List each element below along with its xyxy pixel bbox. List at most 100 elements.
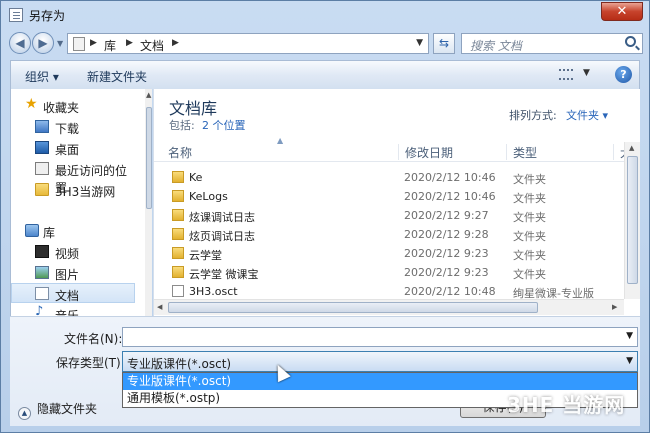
hide-folders-label: 隐藏文件夹 (37, 402, 98, 416)
file-date: 2020/2/12 9:23 (404, 266, 489, 279)
save-as-dialog: 另存为 ✕ ◀ ▶ ▼ ▶ 库 ▶ 文档 ▶ ▼ ⇆ 搜索 文档 组织 ▾ 新建… (0, 0, 650, 433)
nav-item-documents[interactable]: 文档 (11, 283, 135, 303)
breadcrumb-library[interactable]: 库 (104, 37, 116, 54)
scroll-up-icon[interactable]: ▲ (146, 91, 151, 99)
file-row[interactable]: KeLogs 2020/2/12 10:46 文件夹 (168, 187, 624, 206)
file-type: 文件夹 (513, 268, 546, 281)
back-button[interactable]: ◀ (9, 32, 31, 54)
breadcrumb-separator-icon[interactable]: ▶ (126, 38, 133, 48)
filetype-select[interactable]: 专业版课件(*.osct) ▼ (122, 351, 638, 372)
scroll-left-icon[interactable]: ◀ (157, 303, 162, 311)
vertical-scrollbar[interactable]: ▲ (624, 142, 640, 299)
file-name: 云学堂 (189, 249, 222, 262)
nav-label: 桌面 (55, 143, 80, 157)
arrange-by-dropdown[interactable]: 文件夹 ▾ (566, 107, 608, 123)
change-view-icon[interactable] (559, 69, 573, 80)
nav-item-libraries[interactable]: 库 (11, 221, 135, 241)
arrange-by-label: 排列方式: (509, 109, 557, 122)
filetype-option-osct[interactable]: 专业版课件(*.osct) (123, 373, 637, 390)
file-row[interactable]: 云学堂 2020/2/12 9:23 文件夹 (168, 244, 624, 263)
file-date: 2020/2/12 9:28 (404, 228, 489, 241)
nav-label: 库 (43, 226, 56, 240)
nav-item-favorites[interactable]: ★ 收藏夹 (11, 96, 135, 116)
file-row[interactable]: 炫页调试日志 2020/2/12 9:28 文件夹 (168, 225, 624, 244)
chevron-down-icon[interactable]: ▼ (626, 331, 633, 341)
filename-label: 文件名(N): (64, 332, 123, 346)
file-date: 2020/2/12 10:46 (404, 171, 496, 184)
forward-button[interactable]: ▶ (32, 32, 54, 54)
nav-item-pictures[interactable]: 图片 (11, 263, 135, 283)
nav-item-downloads[interactable]: 下载 (11, 117, 135, 137)
new-folder-button[interactable]: 新建文件夹 (87, 68, 147, 85)
file-row[interactable]: 炫课调试日志 2020/2/12 9:27 文件夹 (168, 206, 624, 225)
nav-scrollbar[interactable]: ▲ (145, 89, 152, 316)
organize-button[interactable]: 组织 ▾ (25, 68, 59, 85)
file-row[interactable]: Ke 2020/2/12 10:46 文件夹 (168, 168, 624, 187)
file-name: 炫课调试日志 (189, 211, 255, 224)
view-dropdown-icon[interactable]: ▼ (583, 68, 590, 78)
file-row[interactable]: 云学堂 微课宝 2020/2/12 9:23 文件夹 (168, 263, 624, 282)
nav-item-desktop[interactable]: 桌面 (11, 138, 135, 158)
library-icon (25, 224, 39, 237)
file-name: 3H3.osct (189, 285, 238, 298)
search-placeholder: 搜索 文档 (470, 39, 522, 53)
breadcrumb-separator-icon[interactable]: ▶ (172, 38, 179, 48)
desktop-icon (35, 141, 49, 154)
navigation-pane: ★ 收藏夹 下载 桌面 最近访问的位置 3H3当游网 库 视频 图片 文档 ♪ … (10, 89, 152, 316)
search-input[interactable]: 搜索 文档 (461, 33, 643, 54)
file-name: KeLogs (189, 190, 228, 203)
folder-icon (172, 190, 184, 202)
nav-item-videos[interactable]: 视频 (11, 242, 135, 262)
file-name: 炫页调试日志 (189, 230, 255, 243)
search-icon[interactable] (625, 36, 636, 47)
address-bar[interactable]: ▶ 库 ▶ 文档 ▶ ▼ (67, 33, 429, 54)
command-bar: 组织 ▾ 新建文件夹 ▼ ? (10, 60, 640, 89)
recent-pages-dropdown[interactable]: ▼ (57, 39, 63, 48)
nav-label: 文档 (55, 289, 80, 303)
includes-label: 包括: (169, 119, 195, 132)
breadcrumb-separator-icon[interactable]: ▶ (90, 38, 97, 48)
horizontal-scroll-thumb[interactable] (168, 302, 538, 313)
folder-icon (172, 247, 184, 259)
star-icon: ★ (25, 96, 38, 112)
window-title: 另存为 (29, 9, 66, 23)
chevron-down-icon[interactable]: ▼ (626, 356, 633, 366)
nav-scroll-thumb[interactable] (146, 107, 152, 209)
help-icon[interactable]: ? (615, 66, 632, 83)
address-dropdown-icon[interactable]: ▼ (416, 38, 423, 48)
file-type: 文件夹 (513, 249, 546, 262)
nav-item-music[interactable]: ♪ 音乐 (11, 304, 135, 316)
pictures-icon (35, 266, 49, 279)
horizontal-scrollbar[interactable]: ◀ ▶ (154, 299, 624, 315)
includes-locations-link[interactable]: 2 个位置 (202, 117, 246, 133)
close-button[interactable]: ✕ (601, 2, 643, 21)
nav-label: 音乐 (55, 309, 80, 316)
library-title: 文档库 (169, 99, 218, 118)
column-name[interactable]: 名称 (162, 144, 192, 160)
file-date: 2020/2/12 10:48 (404, 285, 496, 298)
column-type[interactable]: 类型 (506, 144, 537, 160)
breadcrumb-documents[interactable]: 文档 (140, 37, 164, 54)
nav-item-recent-places[interactable]: 最近访问的位置 (11, 159, 135, 195)
nav-item-3h3[interactable]: 3H3当游网 (11, 180, 135, 200)
scroll-up-icon[interactable]: ▲ (629, 144, 634, 152)
scroll-right-icon[interactable]: ▶ (612, 303, 617, 311)
filetype-label: 保存类型(T): (56, 356, 125, 370)
folder-icon (172, 171, 184, 183)
column-date-modified[interactable]: 修改日期 (398, 144, 453, 160)
file-list-pane: 文档库 包括: 2 个位置 排列方式: 文件夹 ▾ ▲ 名称 修改日期 类型 大… (153, 89, 640, 316)
hide-folders-button[interactable]: ▲ 隐藏文件夹 (18, 400, 97, 420)
file-type: 文件夹 (513, 173, 546, 186)
nav-label: 收藏夹 (43, 101, 80, 115)
file-date: 2020/2/12 10:46 (404, 190, 496, 203)
refresh-button[interactable]: ⇆ (433, 33, 455, 54)
filetype-selected-value: 专业版课件(*.osct) (127, 357, 232, 371)
vertical-scroll-thumb[interactable] (627, 156, 638, 284)
filename-input[interactable]: ▼ (122, 327, 638, 347)
nav-label: 图片 (55, 268, 80, 282)
nav-label: 3H3当游网 (55, 185, 116, 199)
file-name: 云学堂 微课宝 (189, 268, 259, 281)
column-header: 名称 修改日期 类型 大 (154, 142, 632, 162)
file-type: 文件夹 (513, 230, 546, 243)
documents-icon (35, 287, 49, 300)
